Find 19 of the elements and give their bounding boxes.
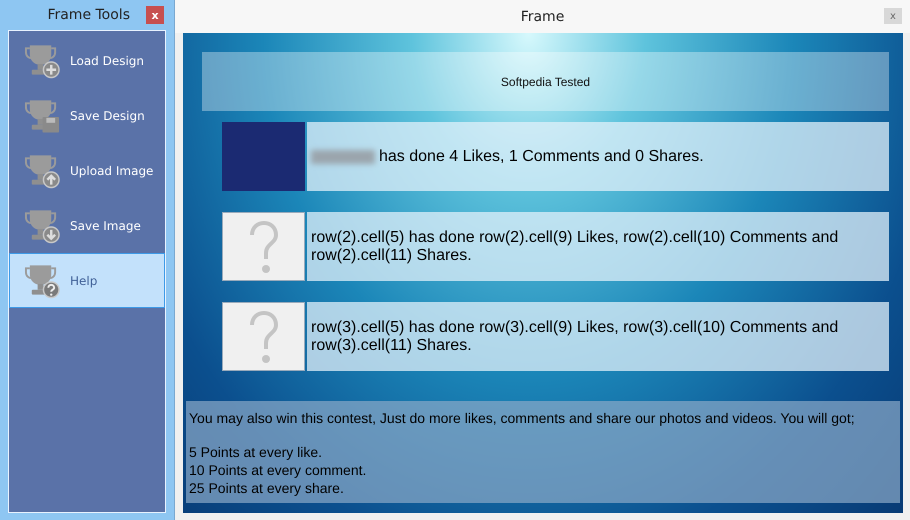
tool-item[interactable]: Save Image [9, 198, 165, 253]
window-title: Frame [520, 8, 564, 24]
tool-item[interactable]: Upload Image [9, 143, 165, 198]
activity-text: row(2).cell(5) has done row(2).cell(9) Likes, row(2).cell(10) Comments and row(2).cell(11) Shares. [311, 228, 840, 264]
info-text: You may also win this contest, Just do more likes, comments and share our photos and videos. You will got; [189, 409, 856, 427]
activity-text: has done 4 Likes, 1 Comments and 0 Shares. [379, 148, 704, 166]
tool-item[interactable]: Load Design [9, 33, 165, 88]
points-line: 5 Points at every like. [189, 443, 324, 461]
tool-item[interactable]: Save Design [9, 88, 165, 143]
close-button[interactable]: x [146, 6, 164, 24]
points-line: 10 Points at every comment. [189, 461, 368, 479]
panel-title: Frame Tools [47, 7, 130, 23]
header-text: Softpedia Tested [500, 74, 590, 88]
close-button[interactable]: x [884, 8, 902, 24]
points-line: 25 Points at every share. [189, 479, 345, 497]
activity-text: row(3).cell(5) has done row(3).cell(9) Likes, row(3).cell(10) Comments and row(3).cell(11) Shares. [311, 318, 840, 354]
tool-item[interactable]: Help [9, 253, 165, 308]
question-mark-icon [222, 302, 305, 371]
question-mark-icon [222, 212, 305, 281]
